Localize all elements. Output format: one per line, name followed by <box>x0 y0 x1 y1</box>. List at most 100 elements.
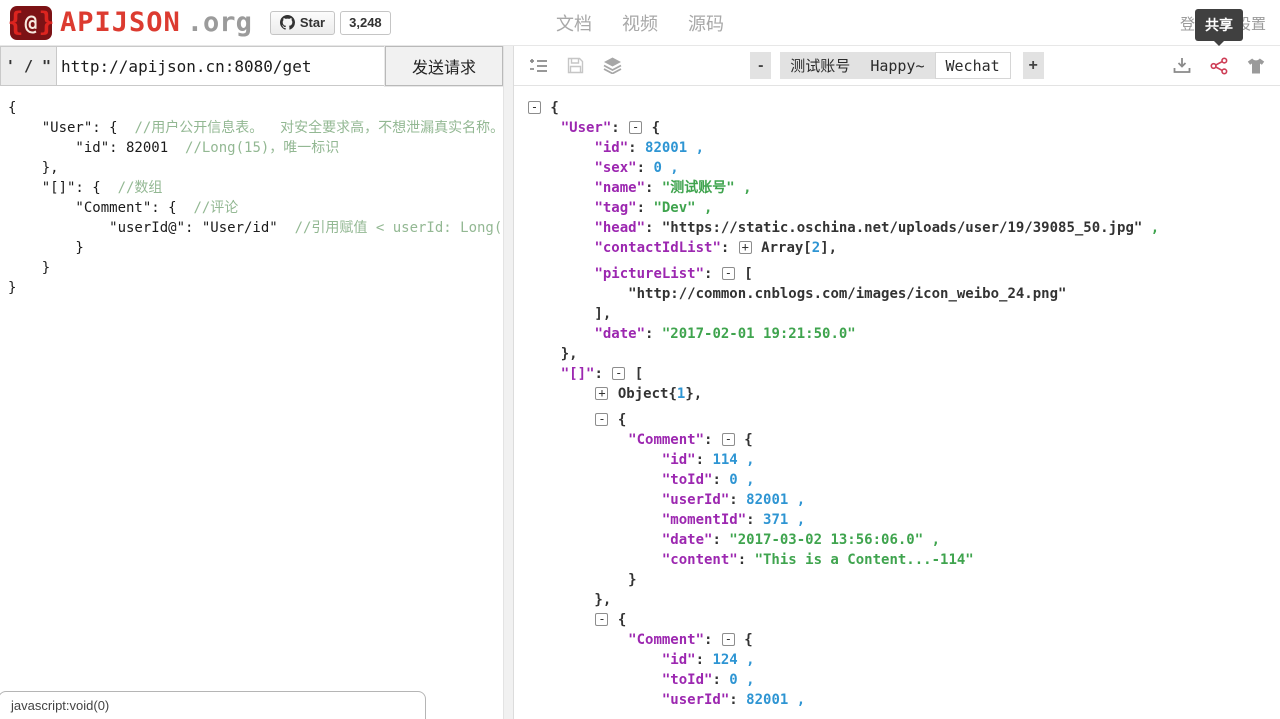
code-segment: //用户公开信息表。 对安全要求高，不想泄漏真实名称。对 <box>134 120 503 136</box>
code-segment: : <box>720 240 738 256</box>
json-line: "content": "This is a Content...-114" <box>527 550 1280 570</box>
logo-brace-right: } <box>38 6 55 38</box>
nav-docs[interactable]: 文档 <box>556 10 592 36</box>
code-segment: } <box>8 260 51 276</box>
editor-line: "userId@": "User/id" //引用赋值 < userId: Lo… <box>8 218 503 238</box>
layers-icon[interactable] <box>602 56 622 76</box>
url-input[interactable] <box>57 46 385 86</box>
json-line: "toId": 0 , <box>527 470 1280 490</box>
code-segment: : <box>611 120 629 136</box>
panel-divider-scrollbar[interactable] <box>503 46 514 719</box>
editor-line: } <box>8 258 503 278</box>
collapse-toggle[interactable]: - <box>612 367 626 380</box>
code-segment: : <box>729 492 747 508</box>
code-segment: "content" <box>661 552 738 568</box>
code-segment: : <box>636 160 654 176</box>
request-bar: ' / " 发送请求 <box>0 45 504 87</box>
tab-happy[interactable]: Happy~ <box>860 52 935 79</box>
collapse-toggle[interactable]: - <box>721 433 735 446</box>
nav-source[interactable]: 源码 <box>688 10 724 36</box>
code-segment: "User": { <box>8 120 135 136</box>
github-star-button[interactable]: Star <box>269 10 336 35</box>
url-link[interactable]: "https://static.oschina.net/uploads/user… <box>662 220 1142 236</box>
collapse-toggle[interactable]: - <box>629 121 643 134</box>
json-line: "id": 82001 , <box>527 138 1280 158</box>
json-line: "Comment": - { <box>527 630 1280 650</box>
download-icon[interactable] <box>1172 56 1192 76</box>
code-segment: }, <box>527 346 578 362</box>
code-segment: //Long(15)，唯一标识 <box>185 140 340 156</box>
code-segment: //评论 <box>193 200 239 216</box>
header: { @ } APIJSON .org Star 3,248 文档 视频 源码 登… <box>0 0 1280 46</box>
code-segment: "momentId" <box>661 512 747 528</box>
github-star-label: Star <box>299 15 326 30</box>
editor-line: }, <box>8 158 503 178</box>
code-segment: 0 , <box>729 672 755 688</box>
code-segment: "contactIdList" <box>594 240 721 256</box>
expand-toggle[interactable]: + <box>595 387 609 400</box>
tab-wechat[interactable]: Wechat <box>934 52 1011 79</box>
code-segment: : <box>712 672 730 688</box>
collapse-toggle[interactable]: - <box>721 633 735 646</box>
code-segment: { <box>735 632 753 648</box>
json-line: "User": - { <box>527 118 1280 138</box>
at-icon: @ <box>24 10 38 35</box>
code-segment: : <box>645 326 662 342</box>
send-request-button[interactable]: 发送请求 <box>384 45 504 87</box>
code-segment: "sex" <box>594 160 637 176</box>
code-segment: "tag" <box>594 200 637 216</box>
url-link[interactable]: "http://common.cnblogs.com/images/icon_w… <box>628 286 1066 302</box>
expand-toggle[interactable]: + <box>738 241 752 254</box>
code-segment: "date" <box>661 532 713 548</box>
code-segment: { <box>735 432 753 448</box>
json-line: "Comment": - { <box>527 430 1280 450</box>
code-segment: } <box>8 240 84 256</box>
collapse-toggle[interactable]: - <box>595 413 609 426</box>
add-account-button[interactable]: + <box>1022 52 1044 79</box>
json-line: "momentId": 371 , <box>527 510 1280 530</box>
code-segment: //数组 <box>117 180 163 196</box>
response-toolbar: - 测试账号 Happy~ Wechat + <box>514 46 1280 86</box>
account-tabs: 测试账号 Happy~ Wechat <box>780 52 1011 79</box>
code-segment: "测试账号" , <box>661 180 752 196</box>
editor-line: { <box>8 98 503 118</box>
share-tooltip: 共享 <box>1195 9 1243 41</box>
json-line: "userId": 82001 , <box>527 690 1280 710</box>
logo[interactable]: { @ } APIJSON .org <box>0 5 252 40</box>
editor-line: "Comment": { //评论 <box>8 198 503 218</box>
code-segment: "date" <box>594 326 646 342</box>
code-segment: "This is a Content...-114" <box>754 552 974 568</box>
code-segment: [ <box>626 366 644 382</box>
github-star-count[interactable]: 3,248 <box>340 10 391 35</box>
collapse-toggle[interactable]: - <box>528 101 541 114</box>
json-line: ], <box>527 304 1280 324</box>
save-icon[interactable] <box>565 56 585 76</box>
collapse-toggle[interactable]: - <box>595 613 609 626</box>
collapse-toggle[interactable]: - <box>721 267 735 280</box>
code-segment: : <box>704 266 721 282</box>
json-line: "id": 124 , <box>527 650 1280 670</box>
remove-account-button[interactable]: - <box>750 52 772 79</box>
quote-toggle-button[interactable]: ' / " <box>0 46 57 86</box>
code-segment: "[]" <box>560 366 595 382</box>
json-line: + Object{1}, <box>527 384 1280 404</box>
theme-shirt-icon[interactable] <box>1246 56 1266 76</box>
json-line: "date": "2017-03-02 13:56:06.0" , <box>527 530 1280 550</box>
tab-test-account[interactable]: 测试账号 <box>780 52 861 79</box>
share-icon[interactable] <box>1209 56 1229 76</box>
format-lines-icon[interactable] <box>528 56 548 76</box>
editor-line: "User": { //用户公开信息表。 对安全要求高，不想泄漏真实名称。对 <box>8 118 503 138</box>
toolbar-right-icons <box>1172 56 1266 76</box>
nav-video[interactable]: 视频 <box>622 10 658 36</box>
request-editor[interactable]: { "User": { //用户公开信息表。 对安全要求高，不想泄漏真实名称。对… <box>0 86 503 719</box>
json-line: "tag": "Dev" , <box>527 198 1280 218</box>
code-segment: : <box>704 632 721 648</box>
code-segment: "Comment" <box>628 432 705 448</box>
